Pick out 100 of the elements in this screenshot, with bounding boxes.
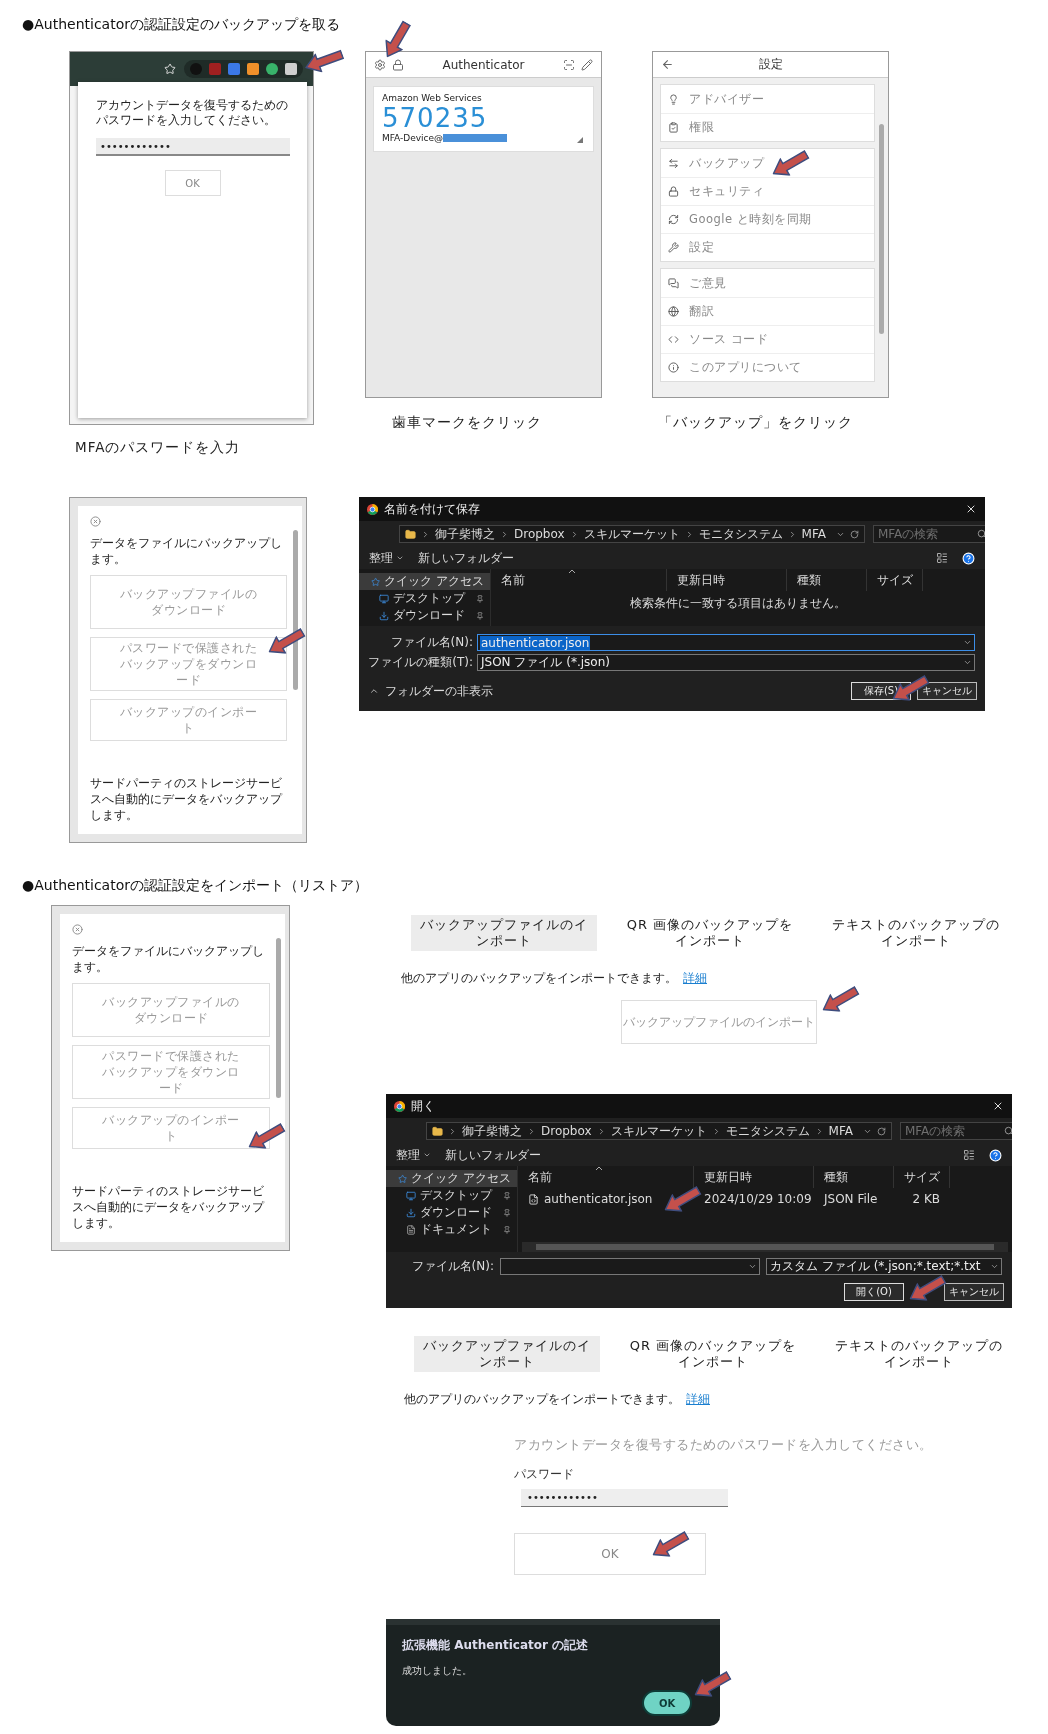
nav-item[interactable]: ダウンロード	[386, 1204, 517, 1221]
redaction-bar	[443, 134, 508, 142]
search-field[interactable]: MFAの検索	[899, 1122, 1012, 1140]
chevron-down-icon[interactable]	[963, 658, 972, 667]
settings-item[interactable]: 設定	[661, 233, 874, 261]
settings-item[interactable]: 権限	[661, 113, 874, 141]
breadcrumb[interactable]: 御子柴博之	[435, 525, 495, 543]
scrollbar[interactable]	[276, 938, 281, 1098]
settings-item[interactable]: ソース コード	[661, 325, 874, 353]
backup-intro: データをファイルにバックアップします。	[72, 943, 265, 975]
settings-item[interactable]: ご意見	[661, 269, 874, 297]
breadcrumb[interactable]: モニタシステム	[698, 525, 783, 543]
account-card[interactable]: Amazon Web Services 570235 MFA-Device@	[373, 86, 594, 152]
extension-icon[interactable]	[247, 63, 259, 75]
nav-item[interactable]: クイック アクセス	[359, 573, 490, 590]
organize-button[interactable]: 整理	[369, 549, 404, 567]
extension-icon[interactable]	[285, 63, 297, 75]
chevron-down-icon[interactable]	[748, 1262, 757, 1271]
file-type-select[interactable]: カスタム ファイル (*.json;*.text;*.txt	[766, 1258, 1002, 1275]
help-icon[interactable]	[962, 551, 975, 565]
close-icon[interactable]	[965, 503, 977, 515]
close-icon[interactable]	[992, 1100, 1004, 1112]
import-tab[interactable]: バックアップファイルのインポート	[411, 915, 597, 951]
import-tab[interactable]: バックアップファイルのインポート	[414, 1336, 600, 1372]
breadcrumb[interactable]: 御子柴博之	[462, 1122, 522, 1140]
settings-item[interactable]: セキュリティ	[661, 177, 874, 205]
ok-button[interactable]: OK	[164, 170, 221, 196]
hide-folders-link[interactable]: フォルダーの非表示	[385, 682, 493, 700]
nav-item[interactable]: ドキュメント	[386, 1221, 517, 1238]
help-icon[interactable]	[989, 1148, 1002, 1162]
extension-icon[interactable]	[266, 63, 278, 75]
chat-bubbles-icon	[668, 277, 679, 289]
refresh-icon[interactable]	[876, 1126, 886, 1136]
nav-item[interactable]: デスクトップ	[386, 1187, 517, 1204]
breadcrumb[interactable]: Dropbox	[541, 1124, 592, 1138]
column-header[interactable]: サイズ	[867, 569, 923, 591]
column-header[interactable]: 種類	[787, 569, 867, 591]
chevron-down-icon	[396, 554, 404, 562]
new-folder-button[interactable]: 新しいフォルダー	[445, 1146, 541, 1164]
breadcrumb[interactable]: モニタシステム	[725, 1122, 810, 1140]
field-label: ファイル名(N):	[410, 1258, 494, 1275]
file-row[interactable]: authenticator.json 2024/10/29 10:09 JSON File 2 KB	[518, 1190, 1012, 1208]
search-field[interactable]: MFAの検索	[872, 525, 985, 543]
breadcrumb[interactable]: MFA	[828, 1124, 853, 1138]
horizontal-scrollbar[interactable]	[522, 1242, 1008, 1252]
extension-icon[interactable]	[228, 63, 240, 75]
chevron-down-icon[interactable]	[990, 1262, 999, 1271]
settings-item[interactable]: 翻訳	[661, 297, 874, 325]
address-bar[interactable]: 御子柴博之 Dropbox スキルマーケット モニタシステム MFA	[426, 1122, 892, 1140]
settings-icon[interactable]	[374, 58, 386, 71]
breadcrumb[interactable]: Dropbox	[514, 527, 565, 541]
column-header[interactable]: 更新日時	[667, 569, 787, 591]
chevron-down-icon[interactable]	[963, 638, 972, 647]
nav-item[interactable]: クイック アクセス	[386, 1170, 517, 1187]
back-arrow-icon[interactable]	[661, 58, 674, 71]
details-link[interactable]: 詳細	[686, 1392, 710, 1407]
dialog-field[interactable]: authenticator.json	[477, 634, 975, 651]
cancel-button[interactable]: キャンセル	[917, 682, 977, 700]
column-header[interactable]: サイズ	[894, 1166, 950, 1188]
scrollbar[interactable]	[879, 124, 884, 334]
view-options-icon[interactable]	[936, 552, 948, 564]
pencil-icon[interactable]	[581, 58, 593, 71]
import-tab[interactable]: テキストのバックアップのインポート	[826, 1336, 1012, 1372]
import-tab[interactable]: テキストのバックアップのインポート	[823, 915, 1009, 951]
breadcrumb[interactable]: スキルマーケット	[610, 1122, 707, 1140]
nav-item[interactable]: デスクトップ	[359, 590, 490, 607]
new-folder-button[interactable]: 新しいフォルダー	[418, 549, 514, 567]
ok-button[interactable]: OK	[642, 1690, 692, 1716]
nav-item[interactable]: ダウンロード	[359, 607, 490, 624]
details-link[interactable]: 詳細	[683, 971, 707, 986]
dialog-field[interactable]: JSON ファイル (*.json)	[477, 654, 975, 671]
refresh-icon[interactable]	[849, 529, 859, 539]
view-options-icon[interactable]	[963, 1149, 975, 1161]
settings-item[interactable]: アドバイザー	[661, 85, 874, 113]
star-icon	[371, 576, 381, 587]
scrollbar[interactable]	[293, 530, 298, 690]
organize-button[interactable]: 整理	[396, 1146, 431, 1164]
file-name-field[interactable]	[500, 1258, 760, 1275]
breadcrumb[interactable]: スキルマーケット	[583, 525, 680, 543]
star-icon[interactable]	[164, 63, 176, 75]
settings-item[interactable]: バックアップ	[661, 149, 874, 177]
column-header[interactable]: 名前	[491, 569, 667, 591]
password-field[interactable]: ••••••••••••	[96, 138, 290, 156]
password-field[interactable]: ••••••••••••	[521, 1489, 728, 1507]
scan-icon[interactable]	[563, 58, 575, 71]
open-button[interactable]: 開く(O)	[844, 1282, 904, 1301]
cancel-button[interactable]: キャンセル	[944, 1282, 1004, 1301]
import-tab[interactable]: QR 画像のバックアップをインポート	[617, 915, 803, 951]
chevron-up-icon[interactable]	[369, 686, 379, 696]
code-icon	[668, 334, 679, 345]
lock-icon[interactable]	[392, 58, 404, 71]
import-tab[interactable]: QR 画像のバックアップをインポート	[620, 1336, 806, 1372]
field-label: ファイル名(N):	[389, 634, 473, 651]
column-header[interactable]: 種類	[814, 1166, 894, 1188]
download-arrow-icon	[406, 1207, 416, 1218]
ok-button[interactable]: OK	[514, 1533, 706, 1575]
breadcrumb[interactable]: MFA	[801, 527, 826, 541]
address-bar[interactable]: 御子柴博之 Dropbox スキルマーケット モニタシステム MFA	[399, 525, 865, 543]
settings-item[interactable]: このアプリについて	[661, 353, 874, 381]
settings-item[interactable]: Google と時刻を同期	[661, 205, 874, 233]
